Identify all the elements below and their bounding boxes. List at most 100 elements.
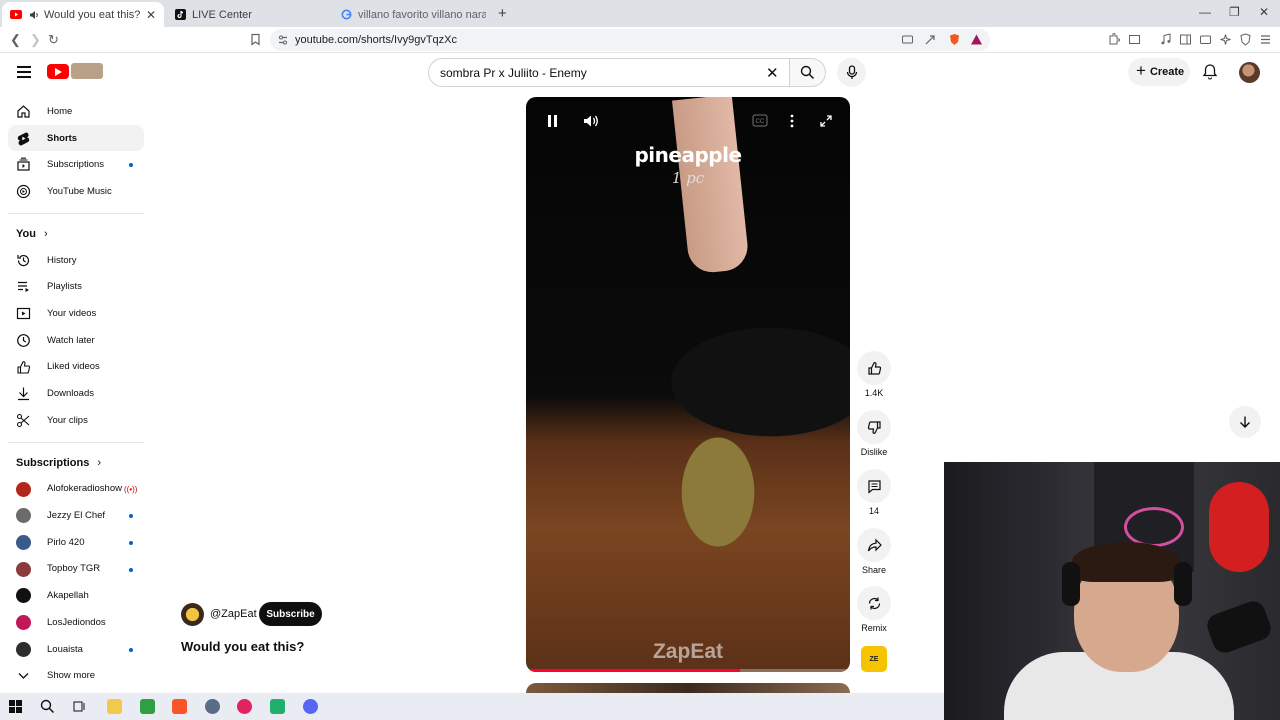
channel-avatar[interactable]: [181, 603, 204, 626]
like-button[interactable]: [857, 351, 891, 385]
remix-button[interactable]: [857, 586, 891, 620]
notifications-bell-icon[interactable]: [1202, 63, 1218, 80]
create-button[interactable]: + Create: [1128, 58, 1190, 86]
volume-icon[interactable]: [583, 114, 599, 131]
search-button[interactable]: [790, 58, 826, 87]
music-note-icon[interactable]: [1159, 33, 1172, 46]
close-tab-icon[interactable]: ✕: [146, 8, 156, 22]
captions-icon[interactable]: CC: [752, 114, 768, 130]
sidebar-channel-topboy-tgr[interactable]: Topboy TGR: [8, 556, 144, 583]
share-action[interactable]: Share: [855, 528, 893, 575]
comments-action[interactable]: 14: [855, 469, 893, 516]
cast-icon[interactable]: [901, 33, 914, 46]
sidebar-item-your-videos[interactable]: Your videos: [8, 300, 144, 327]
video-progress-bar[interactable]: [526, 669, 850, 672]
sidebar-you-heading[interactable]: You ›: [0, 222, 152, 247]
extensions-icon[interactable]: [1107, 33, 1120, 46]
task-view-icon[interactable]: [72, 699, 87, 714]
sidebar-item-history[interactable]: History: [8, 247, 144, 274]
sidebar-channel-jezzy-el-chef[interactable]: Jezzy El Chef: [8, 502, 144, 529]
menu-icon[interactable]: [17, 66, 31, 78]
brave-browser-icon[interactable]: [172, 699, 187, 714]
sidebar-item-playlists[interactable]: Playlists: [8, 273, 144, 300]
address-bar[interactable]: youtube.com/shorts/Ivy9gvTqzXc: [270, 29, 990, 51]
tab-google-search[interactable]: villano favorito villano naranja - Googl…: [332, 2, 494, 27]
vpn-shield-icon[interactable]: [1239, 33, 1252, 46]
bookmark-icon[interactable]: [249, 33, 262, 46]
sidebar-item-label: Louaista: [47, 643, 83, 655]
fullscreen-icon[interactable]: [819, 114, 833, 131]
tab-title: Would you eat this? - YouTube: [44, 8, 140, 21]
sidebar-item-your-clips[interactable]: Your clips: [8, 407, 144, 434]
sidebar-item-subscriptions[interactable]: Subscriptions: [8, 151, 144, 178]
discord-icon[interactable]: [303, 699, 318, 714]
search-query-text: sombra Pr x Juliito - Enemy: [440, 65, 587, 80]
shorts-icon: [17, 132, 30, 146]
like-action[interactable]: 1.4K: [855, 351, 893, 398]
taskbar-search-icon[interactable]: [40, 699, 55, 714]
sidebar-channel-louaista[interactable]: Louaista: [8, 636, 144, 663]
file-explorer-icon[interactable]: [107, 699, 122, 714]
minimize-icon[interactable]: —: [1199, 5, 1211, 19]
create-label: Create: [1149, 66, 1185, 78]
sidebar-item-liked-videos[interactable]: Liked videos: [8, 354, 144, 381]
home-icon: [17, 105, 30, 118]
shorts-video-player[interactable]: pineapple 1 pc CC ZapEat: [526, 97, 850, 672]
next-video-button[interactable]: [1229, 406, 1261, 438]
sidebar-show-more[interactable]: Show more: [8, 662, 144, 689]
dislike-button[interactable]: [857, 410, 891, 444]
sidebar-item-label: Topboy TGR: [47, 563, 101, 575]
sidebar-item-shorts[interactable]: Shorts: [8, 124, 144, 152]
tab-youtube[interactable]: Would you eat this? - YouTube ✕: [2, 2, 164, 27]
leo-ai-icon[interactable]: [1219, 33, 1232, 46]
browser-menu-icon[interactable]: [1259, 33, 1272, 46]
audio-source-thumbnail[interactable]: ZE: [861, 646, 887, 672]
store-app-icon[interactable]: [140, 699, 155, 714]
clear-search-icon[interactable]: ✕: [766, 64, 779, 82]
comments-button[interactable]: [857, 469, 891, 503]
dislike-action[interactable]: Dislike: [855, 410, 893, 457]
channel-avatar: [16, 588, 31, 604]
tab-live-center[interactable]: LIVE Center: [166, 2, 330, 27]
windows-start-icon[interactable]: [9, 700, 22, 713]
sidebar-item-youtube-music[interactable]: YouTube Music: [8, 178, 144, 205]
search-input[interactable]: sombra Pr x Juliito - Enemy: [428, 58, 790, 87]
sidebar-subscriptions-heading[interactable]: Subscriptions ›: [0, 451, 152, 476]
sidebar-item-label: Subscriptions: [47, 159, 105, 171]
user-avatar[interactable]: [1239, 62, 1260, 83]
site-settings-icon[interactable]: [277, 34, 289, 46]
sidebar-channel-akapellah[interactable]: Akapellah: [8, 582, 144, 609]
wallet-icon[interactable]: [1199, 33, 1212, 46]
youtube-logo[interactable]: [47, 64, 69, 79]
subscribe-button[interactable]: Subscribe: [259, 602, 322, 626]
sidebar-item-downloads[interactable]: Downloads: [8, 380, 144, 407]
obs-icon[interactable]: [205, 699, 220, 714]
recording-app-icon[interactable]: [237, 699, 252, 714]
screenshot-icon[interactable]: [1128, 33, 1141, 46]
comment-icon: [867, 479, 881, 494]
sidebar-channel-alofokeradioshow[interactable]: Alofokeradioshow ((•)): [8, 476, 144, 503]
sidebar-item-watch-later[interactable]: Watch later: [8, 327, 144, 354]
messaging-app-icon[interactable]: [270, 699, 285, 714]
sidebar-toggle-icon[interactable]: [1179, 33, 1192, 46]
remix-action[interactable]: Remix: [855, 586, 893, 633]
sidebar-channel-losjediondos[interactable]: LosJediondos: [8, 609, 144, 636]
reload-icon[interactable]: ↻: [48, 32, 59, 48]
sidebar-item-home[interactable]: Home: [8, 98, 144, 125]
forward-icon[interactable]: ❯: [30, 32, 41, 48]
youtube-doodle-logo[interactable]: [71, 63, 103, 79]
more-options-icon[interactable]: [790, 114, 794, 131]
brave-rewards-icon[interactable]: [970, 33, 983, 46]
next-short-preview[interactable]: [526, 683, 850, 693]
window-close-icon[interactable]: ✕: [1259, 5, 1269, 19]
back-icon[interactable]: ❮: [10, 32, 21, 48]
share-button[interactable]: [857, 528, 891, 562]
channel-handle[interactable]: @ZapEat: [210, 608, 257, 620]
voice-search-button[interactable]: [837, 58, 866, 87]
brave-shields-icon[interactable]: [948, 33, 961, 46]
share-page-icon[interactable]: [924, 33, 937, 46]
restore-icon[interactable]: ❐: [1229, 5, 1240, 19]
pause-icon[interactable]: [546, 114, 559, 131]
new-tab-icon[interactable]: +: [498, 5, 507, 22]
sidebar-channel-pirlo-420[interactable]: Pirlo 420: [8, 529, 144, 556]
